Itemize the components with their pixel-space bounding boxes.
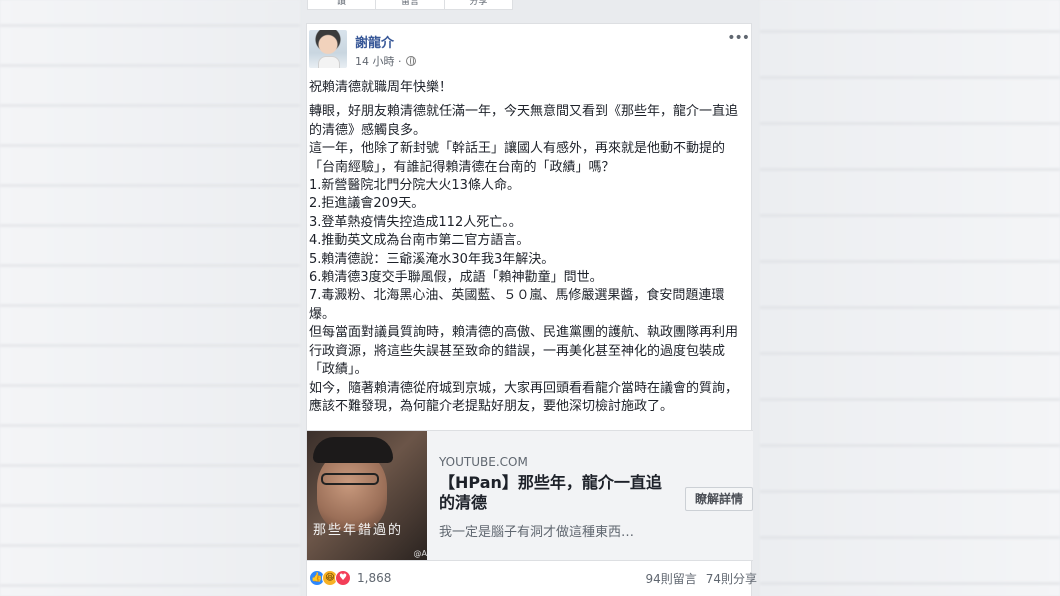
comment-action[interactable]: 留言	[376, 0, 445, 9]
post-body: 祝賴清德就職周年快樂！ 轉眼，好朋友賴清德就任滿一年，今天無意間又看到《那些年，…	[309, 79, 749, 416]
post-list-item: 2.拒進議會209天。	[309, 196, 425, 212]
share-count[interactable]: 74則分享	[706, 570, 757, 587]
facebook-post: 謝龍介 14 小時 · ••• 祝賴清德就職周年快樂！ 轉眼，好朋友賴清德就任滿…	[306, 23, 757, 596]
blurred-background-left	[0, 0, 300, 596]
post-footer: 👍 😆 ♥ 1,868 94則留言 74則分享	[307, 567, 757, 589]
author-name[interactable]: 謝龍介	[355, 32, 394, 51]
post-list-item: 7.毒澱粉、北海黑心油、英國藍、５０嵐、馬修嚴選果醬，食安問題連環爆。	[309, 288, 725, 322]
thumbnail-credit: @A	[413, 549, 427, 558]
love-reaction-icon: ♥	[335, 570, 351, 586]
post-list-item: 1.新營醫院北門分院大火13條人命。	[309, 178, 520, 194]
post-meta: 14 小時 ·	[355, 53, 416, 69]
link-title[interactable]: 【HPan】那些年，龍介一直追的清德	[439, 473, 677, 513]
post-header: 謝龍介 14 小時 · •••	[307, 24, 751, 74]
post-list-item: 6.賴清德3度交手聯風假，成語「賴神勸童」問世。	[309, 270, 603, 286]
post-list-item: 3.登革熱疫情失控造成112人死亡。。	[309, 214, 522, 230]
post-time[interactable]: 14 小時 ·	[355, 53, 402, 69]
blurred-background-right	[760, 0, 1060, 596]
post-list-item: 4.推動英文成為台南市第二官方語言。	[309, 233, 530, 249]
globe-icon[interactable]	[405, 56, 416, 66]
reaction-icons[interactable]: 👍 😆 ♥	[309, 570, 351, 586]
reaction-count[interactable]: 1,868	[357, 571, 391, 585]
thumbnail-glasses	[321, 473, 379, 485]
more-options-icon[interactable]: •••	[727, 30, 750, 46]
post-paragraph: 祝賴清德就職周年快樂！	[309, 80, 453, 95]
learn-more-button[interactable]: 瞭解詳情	[685, 487, 753, 511]
post-stats: 94則留言 74則分享	[645, 570, 757, 587]
post-paragraph: 但每當面對議員質詢時，賴清德的高傲、民進黨團的護航、執政團隊再利用行政資源，將這…	[309, 325, 739, 378]
link-description: 我一定是腦子有洞才做這種東西…	[439, 525, 635, 540]
like-action[interactable]: 讚	[308, 0, 377, 9]
comment-count[interactable]: 94則留言	[645, 570, 696, 587]
thumbnail-hair	[313, 437, 393, 463]
post-paragraph: 轉眼，好朋友賴清德就任滿一年，今天無意間又看到《那些年，龍介一直追的清德》感觸良…	[309, 104, 739, 138]
link-thumbnail[interactable]: 那些年錯過的 @A	[307, 431, 427, 560]
post-paragraph: 這一年，他除了新封號「幹話王」讓國人有感外，再來就是他動不動提的「台南經驗」，有…	[309, 141, 726, 175]
avatar[interactable]	[309, 30, 347, 68]
share-action[interactable]: 分享	[445, 0, 512, 9]
thumbnail-caption: 那些年錯過的	[313, 523, 404, 538]
link-domain: YOUTUBE.COM	[439, 455, 528, 469]
link-preview-card[interactable]: 那些年錯過的 @A YOUTUBE.COM 【HPan】那些年，龍介一直追的清德…	[307, 430, 753, 561]
post-paragraph: 如今，隨著賴清德從府城到京城，大家再回頭看看龍介當時在議會的質詢，應該不難發現，…	[309, 380, 739, 414]
previous-post-action-bar: 讚 留言 分享	[307, 0, 513, 10]
post-list-item: 5.賴清德說：三爺溪淹水30年我3年解決。	[309, 251, 555, 267]
link-info[interactable]: YOUTUBE.COM 【HPan】那些年，龍介一直追的清德 我一定是腦子有洞才…	[427, 431, 753, 560]
